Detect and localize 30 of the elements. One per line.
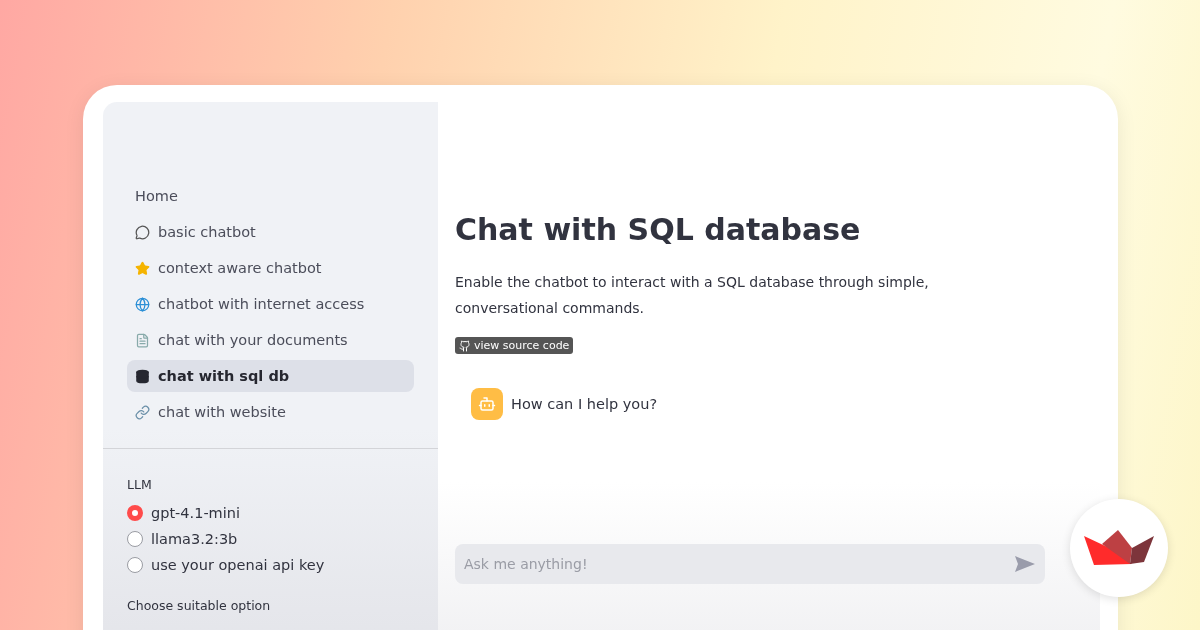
link-icon	[135, 404, 150, 420]
bot-avatar-icon	[471, 388, 503, 420]
nav-item[interactable]: chat with website	[127, 396, 414, 428]
crown-logo-icon	[1084, 530, 1154, 566]
description: Enable the chatbot to interact with a SQL database through simple, conversational commands.	[455, 273, 930, 318]
radio-option[interactable]: use your openai api key	[127, 554, 414, 575]
nav-item[interactable]: chat with sql db	[127, 360, 414, 392]
nav-item[interactable]: chat with your documents	[127, 324, 414, 356]
github-icon	[459, 339, 471, 352]
chat-message: How can I help you?	[511, 396, 658, 412]
nav-item[interactable]: chatbot with internet access	[127, 288, 414, 320]
database-icon	[135, 368, 150, 384]
chat-input-field[interactable]: Ask me anything!	[455, 544, 1045, 584]
nav-item[interactable]: Home	[127, 180, 414, 212]
document-icon	[135, 332, 150, 348]
nav-item[interactable]: basic chatbot	[127, 216, 414, 248]
radio-icon[interactable]	[127, 504, 143, 521]
globe-icon	[135, 296, 150, 312]
page-title: Chat with SQL database	[455, 212, 862, 247]
radio-icon[interactable]	[127, 530, 143, 547]
send-icon[interactable]	[1015, 556, 1035, 572]
radio-option[interactable]: gpt-4.1-mini	[127, 502, 414, 523]
nav-item[interactable]: context aware chatbot	[127, 252, 414, 284]
speech-icon	[135, 224, 150, 240]
radio-group-label: LLM	[127, 477, 153, 492]
source-code-badge[interactable]: view source code	[455, 337, 574, 354]
radio-icon[interactable]	[127, 556, 143, 573]
radio-group-label: Choose suitable option	[127, 598, 272, 613]
star-icon	[135, 260, 150, 276]
radio-option[interactable]: llama3.2:3b	[127, 528, 414, 549]
